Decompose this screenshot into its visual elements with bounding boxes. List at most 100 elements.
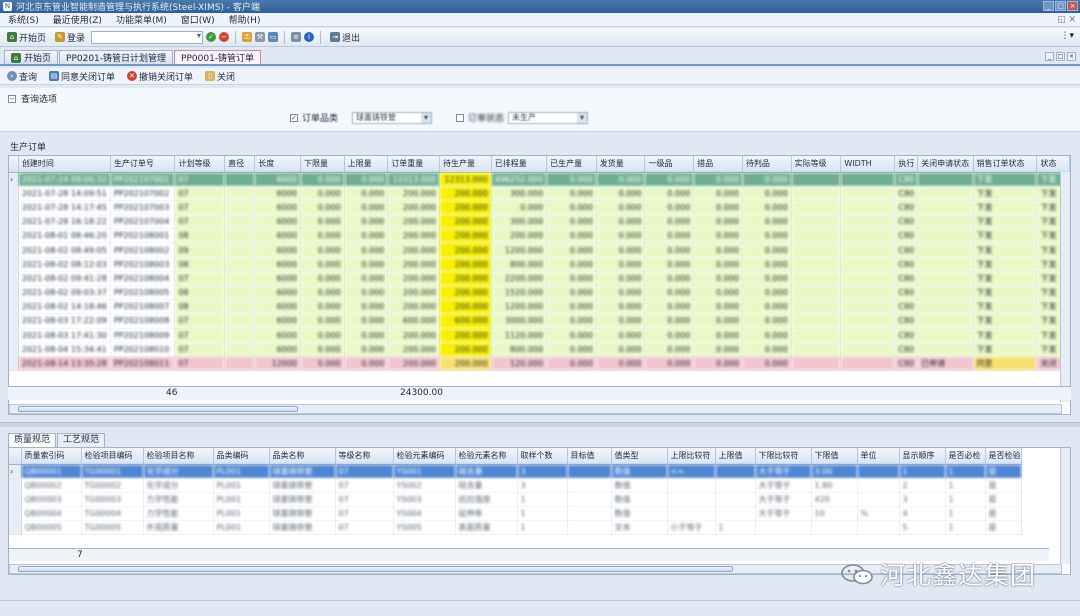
tool-icon[interactable]: ⚒ bbox=[255, 32, 266, 42]
column-header[interactable]: 直径 bbox=[224, 156, 256, 173]
grid1-vscroll[interactable] bbox=[1060, 172, 1070, 402]
category-select[interactable]: 球墨铸铁管 bbox=[352, 111, 433, 124]
table-row[interactable]: 2021-08-02 08:49:05 PP202108002 09 6000 0.00… bbox=[9, 242, 1070, 258]
menu-recent[interactable]: 最近使用(Z) bbox=[53, 13, 102, 26]
column-header[interactable]: 计划等级 bbox=[174, 156, 226, 173]
menu-restore-icon[interactable]: ◱ ✕ bbox=[1057, 15, 1076, 25]
tab-quality-spec[interactable]: 质量规范 bbox=[8, 433, 57, 447]
table-row[interactable]: 2021-07-28 14:17:45 PP202107003 07 6000 0.00… bbox=[9, 200, 1070, 216]
row-indicator[interactable] bbox=[9, 214, 19, 230]
tab-minimize-icon[interactable]: _ bbox=[1045, 52, 1054, 61]
column-header[interactable]: 订单重量 bbox=[387, 156, 440, 173]
status-checkbox[interactable] bbox=[456, 113, 465, 122]
table-row[interactable]: 2021-08-03 17:41:30 PP202108009 07 6000 0.00… bbox=[9, 328, 1070, 343]
row-indicator[interactable] bbox=[9, 356, 19, 372]
confirm-icon[interactable]: ✓ bbox=[206, 32, 217, 42]
column-header[interactable]: 检验元素编码 bbox=[393, 448, 456, 465]
tab-restore-icon[interactable]: □ bbox=[1056, 52, 1065, 61]
tab-pp0001[interactable]: PP0001-铸管订单 bbox=[174, 50, 262, 64]
close-order-button[interactable]: ▯ 关闭 bbox=[202, 69, 238, 84]
home-button[interactable]: ⌂ 开始页 bbox=[4, 30, 49, 45]
column-header[interactable]: 上限比较符 bbox=[667, 448, 716, 465]
column-header[interactable]: 实际等级 bbox=[791, 156, 842, 173]
tab-home[interactable]: ⌂ 开始页 bbox=[4, 50, 59, 64]
table-row[interactable]: › 2021-07-24 09:06:32 PP202107001 07 6000 0.0… bbox=[9, 172, 1070, 187]
column-header[interactable]: 销售订单状态 bbox=[973, 156, 1038, 173]
row-indicator[interactable] bbox=[9, 492, 22, 508]
close-icon[interactable]: × bbox=[1067, 1, 1078, 11]
row-indicator[interactable]: › bbox=[9, 464, 22, 479]
table-row[interactable]: 2021-08-02 09:41:28 PP202108004 07 6000 0.00… bbox=[9, 271, 1070, 287]
table-row[interactable]: QB00005 TG00005 外观质量 PL001 球墨铸铁管 07 YS005 表面质量 1… bbox=[9, 520, 1022, 536]
column-header[interactable]: 长度 bbox=[254, 156, 302, 173]
row-indicator[interactable] bbox=[9, 342, 19, 357]
column-header[interactable]: 生产订单号 bbox=[110, 156, 176, 173]
row-indicator[interactable] bbox=[9, 186, 19, 201]
row-indicator[interactable] bbox=[9, 520, 22, 536]
table-row[interactable]: 2021-08-04 15:34:41 PP202108010 07 6000 0.00… bbox=[9, 342, 1070, 357]
column-header[interactable]: 已生产量 bbox=[546, 156, 597, 173]
column-header[interactable]: 待判品 bbox=[742, 156, 792, 173]
collapse-icon[interactable]: − bbox=[8, 94, 16, 103]
column-header[interactable]: 下限比较符 bbox=[755, 448, 812, 465]
row-indicator[interactable]: › bbox=[9, 172, 19, 187]
row-indicator[interactable] bbox=[9, 328, 19, 343]
row-indicator[interactable] bbox=[9, 257, 19, 272]
menu-help[interactable]: 帮助(H) bbox=[229, 13, 261, 26]
table-row[interactable]: QB00003 TG00003 力学性能 PL001 球墨铸铁管 07 YS003 抗拉强度 1… bbox=[9, 492, 1022, 508]
column-header[interactable]: 检验元素名称 bbox=[455, 448, 518, 465]
table-row[interactable]: 2021-08-02 14:18:46 PP202108007 08 6000 0.00… bbox=[9, 299, 1070, 315]
grid2-vscroll[interactable] bbox=[1060, 448, 1070, 564]
tab-pp0201[interactable]: PP0201-铸管日计划管理 bbox=[59, 50, 174, 64]
status-select[interactable]: 未生产 bbox=[508, 111, 589, 124]
tab-process-spec[interactable]: 工艺规范 bbox=[57, 433, 106, 447]
column-header[interactable]: 发货量 bbox=[596, 156, 646, 173]
lock-icon[interactable]: ⚿ bbox=[242, 32, 253, 42]
table-row[interactable]: 2021-08-14 13:35:28 PP202108011 07 12000 0.0… bbox=[9, 356, 1070, 372]
table-row[interactable]: 2021-08-01 08:46:20 PP202108001 08 6000 0.00… bbox=[9, 228, 1070, 244]
splitter[interactable] bbox=[0, 422, 1080, 427]
query-button[interactable]: ⌕ 查询 bbox=[4, 69, 40, 84]
column-header[interactable]: 目标值 bbox=[567, 448, 612, 465]
menu-window[interactable]: 窗口(W) bbox=[181, 13, 215, 26]
column-header[interactable]: 是否必检 bbox=[945, 448, 986, 465]
row-indicator[interactable] bbox=[9, 242, 19, 258]
row-indicator[interactable] bbox=[9, 285, 19, 301]
column-header[interactable]: 值类型 bbox=[611, 448, 668, 465]
column-header[interactable]: 待生产量 bbox=[439, 156, 492, 173]
table-row[interactable]: 2021-07-28 14:09:51 PP202107002 07 6000 0.00… bbox=[9, 186, 1070, 201]
minimize-icon[interactable]: _ bbox=[1043, 1, 1054, 11]
column-header[interactable]: 上限量 bbox=[344, 156, 389, 173]
tab-close-icon[interactable]: × bbox=[1067, 52, 1076, 61]
row-indicator[interactable] bbox=[9, 299, 19, 315]
revoke-close-button[interactable]: ✕ 撤销关闭订单 bbox=[124, 69, 196, 84]
tree-icon[interactable]: ≡ bbox=[291, 32, 302, 42]
column-header[interactable]: 取样个数 bbox=[517, 448, 568, 465]
row-indicator[interactable] bbox=[9, 478, 22, 493]
row-indicator[interactable] bbox=[9, 313, 19, 329]
column-header[interactable]: 一级品 bbox=[644, 156, 695, 173]
column-header[interactable]: WIDTH bbox=[840, 156, 896, 173]
exit-button[interactable]: ⇥ 退出 bbox=[327, 30, 363, 45]
column-header[interactable]: 上限值 bbox=[715, 448, 756, 465]
agree-close-button[interactable]: ▤ 同意关闭订单 bbox=[46, 69, 118, 84]
login-button[interactable]: ✎ 登录 bbox=[52, 30, 88, 45]
column-header[interactable]: 执行 bbox=[894, 156, 919, 173]
column-header[interactable]: 等级名称 bbox=[335, 448, 394, 465]
info-icon[interactable]: i bbox=[304, 32, 315, 42]
column-header[interactable]: 单位 bbox=[857, 448, 900, 465]
maximize-icon[interactable]: □ bbox=[1055, 1, 1066, 11]
column-header[interactable]: 品类名称 bbox=[269, 448, 336, 465]
table-row[interactable]: 2021-08-02 09:03:37 PP202108005 08 6000 0.00… bbox=[9, 285, 1070, 301]
function-combo[interactable] bbox=[91, 30, 204, 44]
column-header[interactable]: 搭品 bbox=[693, 156, 743, 173]
column-header[interactable]: 检验项目编码 bbox=[81, 448, 144, 465]
column-header[interactable]: 显示顺序 bbox=[899, 448, 946, 465]
row-indicator[interactable] bbox=[9, 200, 19, 216]
table-row[interactable]: QB00002 TG00002 化学成分 PL001 球墨铸铁管 07 YS002 硅含量 3 数… bbox=[9, 478, 1022, 493]
category-checkbox[interactable]: ✓ bbox=[290, 113, 298, 122]
table-row[interactable]: QB00004 TG00004 力学性能 PL001 球墨铸铁管 07 YS004 延伸率 1 数… bbox=[9, 506, 1022, 522]
row-indicator[interactable] bbox=[9, 271, 19, 287]
table-row[interactable]: › QB00001 TG00001 化学成分 PL001 球墨铸铁管 07 YS001 碳含量 3… bbox=[9, 464, 1022, 479]
column-header[interactable]: 品类编码 bbox=[213, 448, 270, 465]
